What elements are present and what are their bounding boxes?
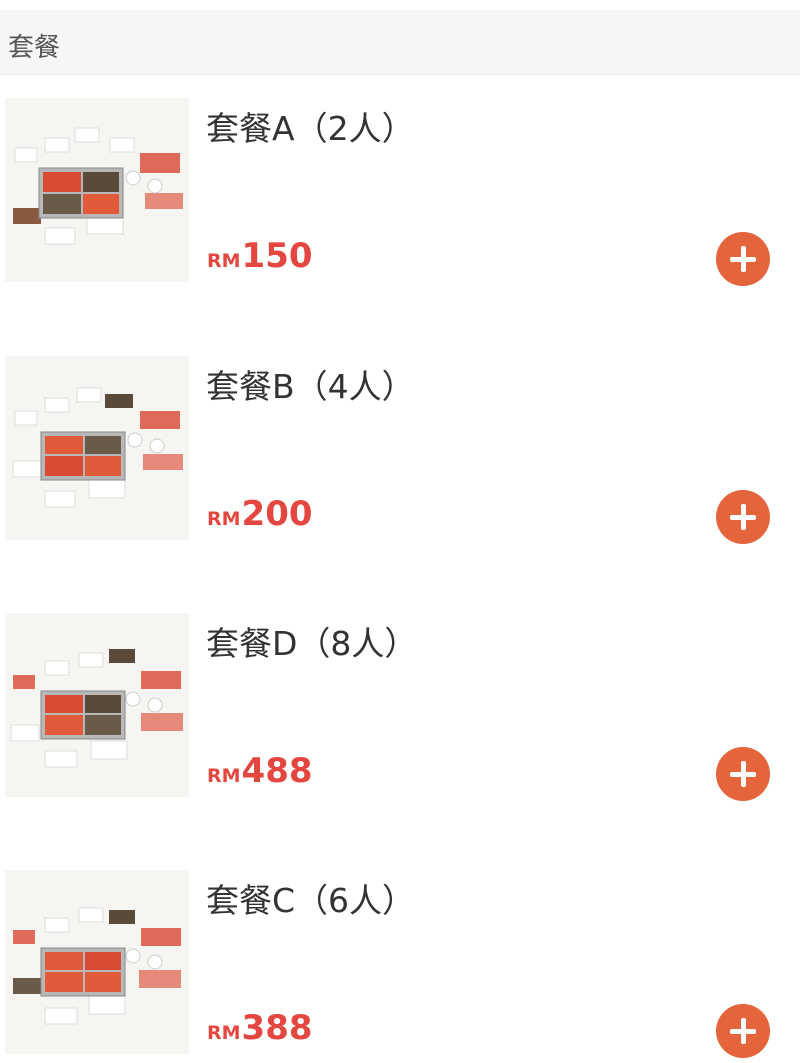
currency-label: RM xyxy=(207,1022,241,1044)
add-to-cart-plus-icon[interactable] xyxy=(716,747,770,801)
add-to-cart-plus-icon[interactable] xyxy=(716,232,770,286)
menu-item[interactable]: 套餐A（2人） RM150 xyxy=(0,98,800,288)
section-header: 套餐 xyxy=(0,10,800,75)
hotpot-set-image[interactable] xyxy=(5,356,189,540)
section-title: 套餐 xyxy=(8,33,61,63)
set-name: 套餐C（6人） xyxy=(206,881,416,920)
price-amount: 150 xyxy=(241,236,313,276)
menu-item[interactable]: 套餐C（6人） RM388 xyxy=(0,870,800,1060)
hotpot-set-image[interactable] xyxy=(5,870,189,1054)
menu-item[interactable]: 套餐D（8人） RM488 xyxy=(0,613,800,803)
price-amount: 200 xyxy=(241,494,313,534)
set-name: 套餐D（8人） xyxy=(206,624,418,663)
hotpot-set-image[interactable] xyxy=(5,613,189,797)
set-price: RM488 xyxy=(207,751,313,791)
currency-label: RM xyxy=(207,765,241,787)
set-name: 套餐B（4人） xyxy=(206,367,415,406)
add-to-cart-plus-icon[interactable] xyxy=(716,490,770,544)
price-amount: 488 xyxy=(241,751,313,791)
set-price: RM388 xyxy=(207,1008,313,1048)
hotpot-set-image[interactable] xyxy=(5,98,189,282)
set-price: RM200 xyxy=(207,494,313,534)
menu-item[interactable]: 套餐B（4人） RM200 xyxy=(0,356,800,546)
currency-label: RM xyxy=(207,250,241,272)
currency-label: RM xyxy=(207,508,241,530)
price-amount: 388 xyxy=(241,1008,313,1048)
set-price: RM150 xyxy=(207,236,313,276)
add-to-cart-plus-icon[interactable] xyxy=(716,1004,770,1058)
set-name: 套餐A（2人） xyxy=(206,109,415,148)
